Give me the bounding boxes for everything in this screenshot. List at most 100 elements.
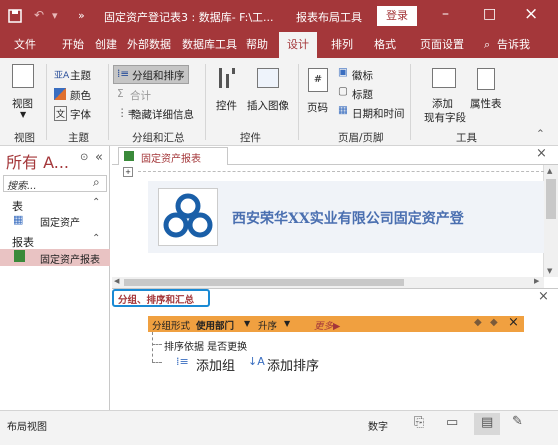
vertical-scrollbar[interactable]: ▲ ▼ <box>544 165 558 277</box>
totals-button[interactable]: 合计 <box>130 88 151 103</box>
group-view-label: 视图 <box>14 132 35 144</box>
logo-button[interactable]: 徽标 <box>352 68 373 83</box>
add-group-button[interactable]: 添加组 <box>196 355 235 374</box>
tab-database-tools[interactable]: 数据库工具 <box>182 32 237 58</box>
add-fields-icon[interactable] <box>432 68 456 88</box>
document-tab[interactable]: 固定资产报表 <box>118 147 228 165</box>
group-row[interactable]: 分组形式 使用部门 ▼ 升序 ▼ 更多▶ ◆ ◆ × <box>148 315 524 332</box>
horizontal-scrollbar[interactable]: ◀ ▶ <box>112 277 544 288</box>
scrollbar-thumb[interactable] <box>546 179 556 219</box>
tab-arrange[interactable]: 排列 <box>331 32 353 58</box>
group-header-footer-label: 页眉/页脚 <box>338 132 384 144</box>
move-up-icon[interactable]: ◆ <box>474 317 482 328</box>
status-view-label: 布局视图 <box>7 422 47 433</box>
more-link[interactable]: 更多▶ <box>314 318 340 332</box>
collapse-ribbon-icon[interactable]: ⌃ <box>536 128 545 140</box>
close-pane-icon[interactable]: × <box>538 289 549 304</box>
chevron-up-icon[interactable]: ⌃ <box>92 233 100 244</box>
report-title[interactable]: 西安荣华XX实业有限公司固定资产登 <box>232 208 464 228</box>
close-button[interactable]: × <box>524 4 538 24</box>
search-input[interactable]: 搜索... ⌕ <box>3 175 107 192</box>
nav-section-reports[interactable]: 报表 <box>12 234 34 250</box>
divider <box>108 64 109 140</box>
insert-image-button[interactable]: 插入图像 <box>247 98 289 113</box>
undo-icon[interactable]: ↶ <box>34 8 44 22</box>
nav-item-table[interactable]: ▦ 固定资产 <box>0 213 110 229</box>
ribbon: 视图 ▼ 视图 亚A 主题 颜色 文 字体 主题 ⁞≡ 分组和排序 Σ 合计 ⋮… <box>0 58 558 146</box>
controls-icon[interactable] <box>217 66 237 92</box>
add-sort-button[interactable]: 添加排序 <box>267 355 319 374</box>
page-number-button[interactable]: 页码 <box>307 100 328 115</box>
group-pane-title-box: 分组、排序和汇总 <box>112 289 210 307</box>
view-dropdown-icon[interactable]: ▼ <box>20 110 26 119</box>
tab-home[interactable]: 开始 <box>62 32 84 58</box>
group-row-prefix: 分组形式 <box>152 321 191 332</box>
property-sheet-icon[interactable] <box>477 68 495 90</box>
nav-item-report[interactable]: 固定资产报表 <box>0 249 110 266</box>
tab-create[interactable]: 创建 <box>95 32 117 58</box>
tab-format[interactable]: 格式 <box>374 32 396 58</box>
print-preview-icon[interactable]: ▭ <box>446 415 458 430</box>
dropdown-icon[interactable]: ▼ <box>244 319 250 328</box>
tell-me[interactable]: 告诉我 <box>497 32 530 58</box>
scroll-up-icon[interactable]: ▲ <box>547 167 552 175</box>
minimize-button[interactable]: – <box>442 6 449 22</box>
tab-design[interactable]: 设计 <box>279 32 317 58</box>
themes-button[interactable]: 主题 <box>70 68 91 83</box>
title-button[interactable]: 标题 <box>352 87 373 102</box>
nav-menu-icon[interactable]: ⊙ <box>80 152 88 163</box>
nav-section-tables[interactable]: 表 <box>12 198 23 214</box>
move-down-icon[interactable]: ◆ <box>490 317 498 328</box>
scrollbar-thumb[interactable] <box>124 279 404 286</box>
tab-file[interactable]: 文件 <box>14 32 36 58</box>
insert-image-icon[interactable] <box>257 68 279 88</box>
report-icon <box>124 151 134 161</box>
layout-selector-icon[interactable]: + <box>123 167 133 177</box>
delete-icon[interactable]: × <box>508 315 519 330</box>
chevron-up-icon[interactable]: ⌃ <box>92 197 100 208</box>
search-icon[interactable]: ⌕ <box>484 32 490 58</box>
nav-collapse-icon[interactable]: « <box>95 150 103 165</box>
layout-view-icon: ▤ <box>481 415 494 430</box>
fonts-button[interactable]: 字体 <box>70 107 91 122</box>
scroll-left-icon[interactable]: ◀ <box>114 277 119 285</box>
scroll-right-icon[interactable]: ▶ <box>534 277 539 285</box>
view-icon[interactable] <box>12 64 34 88</box>
order-select[interactable]: 升序 <box>258 318 277 332</box>
save-icon[interactable] <box>8 9 22 23</box>
add-fields-button-line2[interactable]: 现有字段 <box>424 110 466 125</box>
report-view-icon[interactable]: ⎘ <box>414 415 424 430</box>
table-icon: ▦ <box>13 213 24 226</box>
add-fields-button[interactable]: 添加 <box>432 96 453 111</box>
tab-external-data[interactable]: 外部数据 <box>127 32 171 58</box>
layout-view-button[interactable]: ▤ <box>474 413 500 435</box>
datetime-button[interactable]: 日期和时间 <box>352 106 405 121</box>
view-button[interactable]: 视图 <box>12 96 33 111</box>
company-logo[interactable] <box>158 188 218 246</box>
hide-details-button[interactable]: 隐藏详细信息 <box>131 107 194 122</box>
qat-more[interactable]: » <box>78 9 85 22</box>
redo-icon[interactable]: ▾ <box>52 9 58 22</box>
sigma-icon: Σ <box>117 88 124 100</box>
restore-button[interactable]: □ <box>483 6 496 22</box>
scroll-down-icon[interactable]: ▼ <box>547 267 552 275</box>
tab-page-setup[interactable]: 页面设置 <box>420 32 464 58</box>
colors-button[interactable]: 颜色 <box>70 88 91 103</box>
property-sheet-button[interactable]: 属性表 <box>470 96 502 111</box>
search-icon[interactable]: ⌕ <box>93 175 100 190</box>
page-number-icon[interactable]: # <box>308 68 328 92</box>
add-sort-icon: ↓A <box>248 355 265 368</box>
sort-row[interactable]: 排序依据 是否更换 <box>164 338 247 353</box>
dropdown-icon[interactable]: ▼ <box>284 319 290 328</box>
group-theme-label: 主题 <box>68 132 89 144</box>
nav-title[interactable]: 所有 A... <box>6 149 69 173</box>
controls-button[interactable]: 控件 <box>216 98 237 113</box>
group-field-select[interactable]: 使用部门 <box>196 318 234 332</box>
add-group-icon: ⁞≡ <box>176 355 189 368</box>
document-area: 固定资产报表 × + 西安荣华XX实业有限公司固定资产登 ▲ ▼ ◀ ▶ 分组、… <box>112 146 558 410</box>
tab-help[interactable]: 帮助 <box>246 32 268 58</box>
logo-icon: ▣ <box>338 66 348 78</box>
login-button[interactable]: 登录 <box>377 6 417 26</box>
close-document-icon[interactable]: × <box>536 146 547 161</box>
design-view-icon[interactable]: ✎ <box>512 414 523 429</box>
